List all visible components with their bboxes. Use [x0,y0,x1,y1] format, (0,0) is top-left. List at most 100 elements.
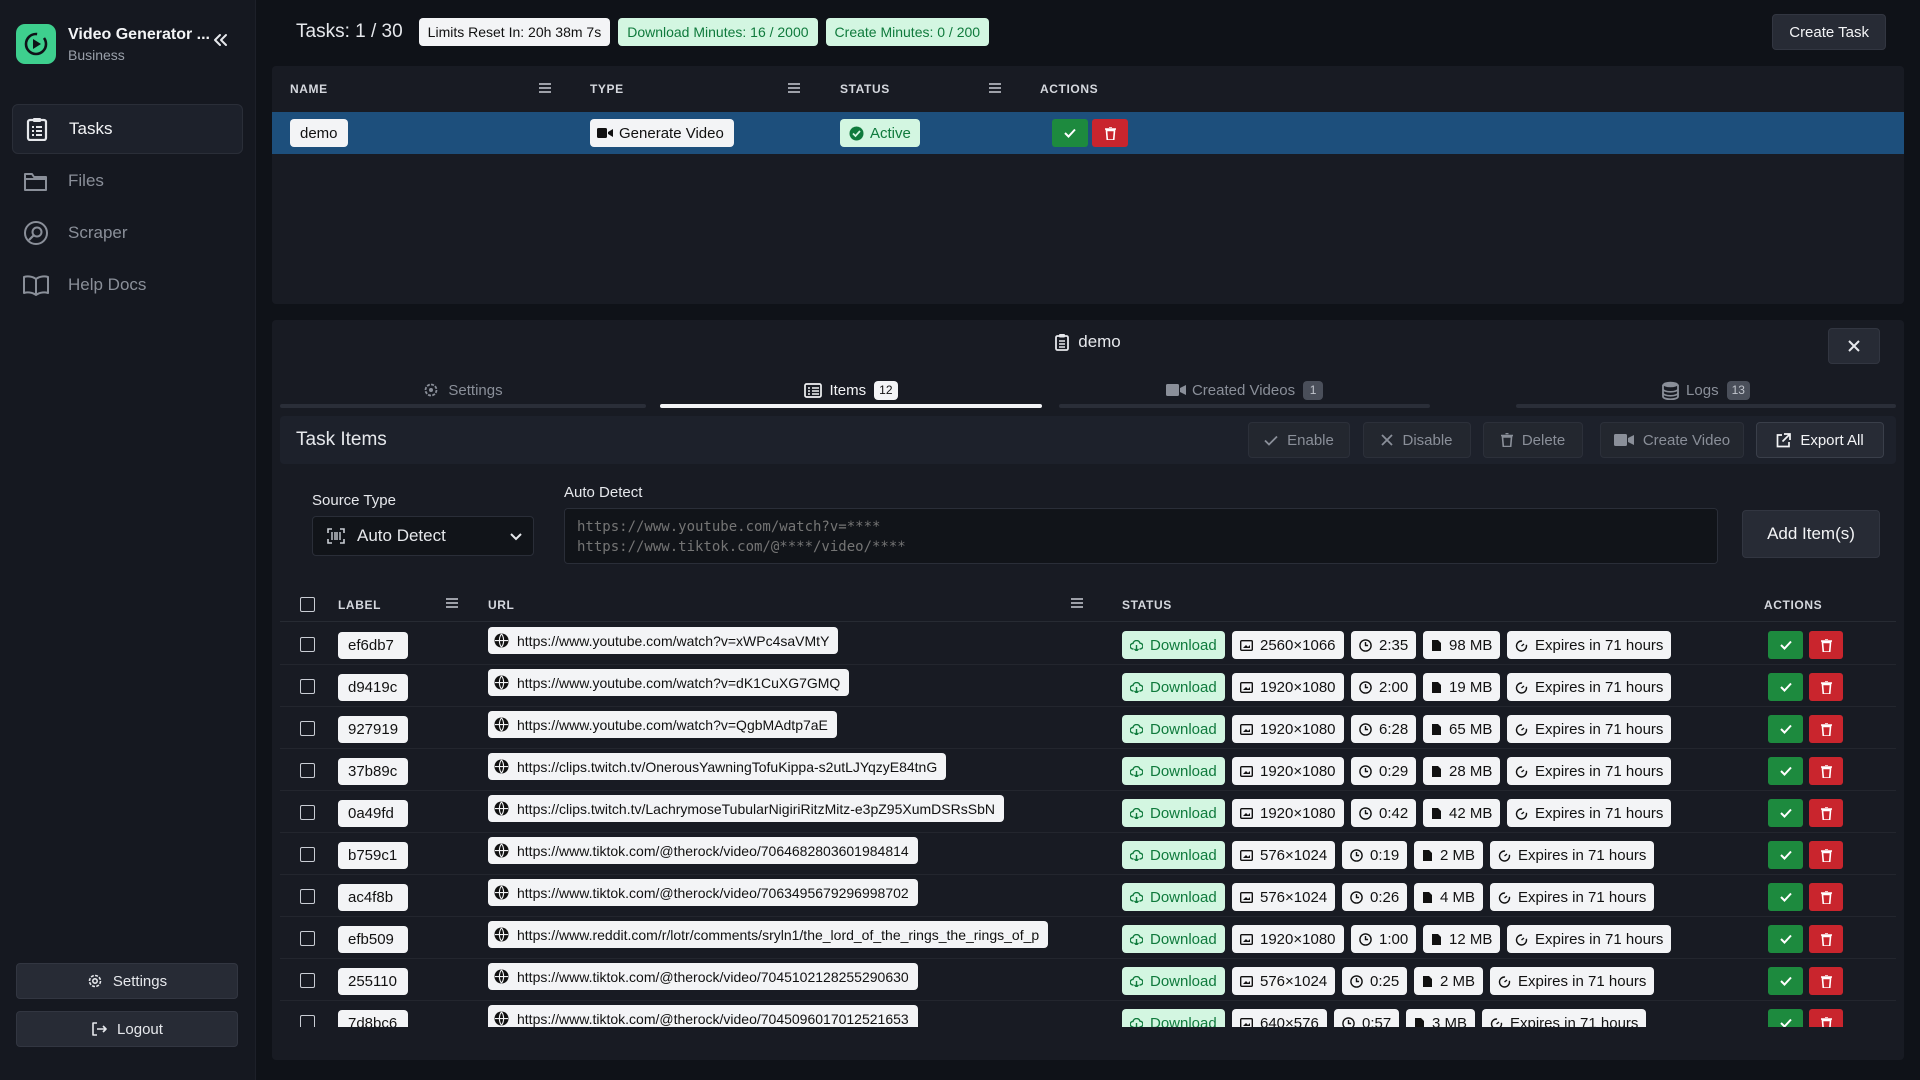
column-menu-icon[interactable] [446,597,458,611]
delete-task-button[interactable] [1092,119,1128,147]
globe-icon [494,717,509,732]
sidebar-item-files[interactable]: Files [12,156,243,206]
item-url-text: https://www.tiktok.com/@therock/video/70… [517,842,909,859]
auto-detect-input[interactable] [564,508,1718,564]
delete-item-button[interactable] [1809,715,1843,743]
delete-item-button[interactable] [1809,925,1843,953]
row-checkbox[interactable] [300,763,315,778]
logout-button[interactable]: Logout [16,1011,238,1047]
enable-item-button[interactable] [1768,673,1803,701]
item-url[interactable]: https://www.tiktok.com/@therock/video/70… [488,963,918,990]
row-checkbox[interactable] [300,889,315,904]
delete-item-button[interactable] [1809,631,1843,659]
sidebar-item-scraper[interactable]: Scraper [12,208,243,258]
row-checkbox[interactable] [300,679,315,694]
table-row[interactable]: d9419c https://www.youtube.com/watch?v=d… [280,665,1896,707]
table-row[interactable]: ef6db7 https://www.youtube.com/watch?v=x… [280,623,1896,665]
trash-icon [1820,848,1832,862]
table-row[interactable]: 0a49fd https://clips.twitch.tv/Lachrymos… [280,791,1896,833]
image-icon [1240,807,1253,819]
table-row[interactable]: 255110 https://www.tiktok.com/@therock/v… [280,959,1896,1001]
brand[interactable]: Video Generator ... Business [16,24,210,64]
column-menu-icon[interactable] [989,82,1001,96]
table-row[interactable]: 37b89c https://clips.twitch.tv/OnerousYa… [280,749,1896,791]
expires-badge: Expires in 71 hours [1507,925,1672,953]
delete-item-button[interactable] [1809,799,1843,827]
item-url[interactable]: https://www.tiktok.com/@therock/video/70… [488,1005,918,1027]
delete-button[interactable]: Delete [1483,422,1583,458]
column-menu-icon[interactable] [1071,597,1083,611]
row-checkbox[interactable] [300,1015,315,1027]
delete-item-button[interactable] [1809,883,1843,911]
cloud-download-icon [1130,891,1143,903]
column-menu-icon[interactable] [788,82,800,96]
clock-icon [1350,974,1363,988]
enable-item-button[interactable] [1768,631,1803,659]
disable-button[interactable]: Disable [1363,422,1471,458]
delete-item-button[interactable] [1809,841,1843,869]
enable-item-button[interactable] [1768,799,1803,827]
settings-button[interactable]: Settings [16,963,238,999]
table-row[interactable]: demo Generate Video Active [272,112,1904,154]
sidebar-item-tasks[interactable]: Tasks [12,104,243,154]
row-checkbox[interactable] [300,637,315,652]
table-row[interactable]: efb509 https://www.reddit.com/r/lotr/com… [280,917,1896,959]
table-row[interactable]: ac4f8b https://www.tiktok.com/@therock/v… [280,875,1896,917]
select-all-checkbox[interactable] [300,597,315,612]
sidebar-item-help-docs[interactable]: Help Docs [12,260,243,310]
trash-icon [1820,932,1832,946]
enable-item-button[interactable] [1768,757,1803,785]
enable-item-button[interactable] [1768,1009,1803,1027]
create-video-button[interactable]: Create Video [1600,422,1744,458]
duration-value: 0:29 [1379,762,1409,780]
delete-item-button[interactable] [1809,757,1843,785]
row-checkbox[interactable] [300,931,315,946]
duration-value: 0:25 [1370,972,1400,990]
item-url[interactable]: https://www.tiktok.com/@therock/video/70… [488,879,918,906]
table-row[interactable]: 927919 https://www.youtube.com/watch?v=Q… [280,707,1896,749]
clipboard-icon [23,115,51,143]
delete-item-button[interactable] [1809,673,1843,701]
column-menu-icon[interactable] [539,82,551,96]
delete-item-button[interactable] [1809,1009,1843,1027]
item-label: 927919 [338,716,408,743]
table-row[interactable]: b759c1 https://www.tiktok.com/@therock/v… [280,833,1896,875]
enable-button[interactable]: Enable [1248,422,1350,458]
status-badge: Active [840,119,920,147]
item-url[interactable]: https://www.youtube.com/watch?v=QgbMAdtp… [488,711,837,738]
check-icon [1779,766,1792,776]
item-url[interactable]: https://www.reddit.com/r/lotr/comments/s… [488,921,1049,948]
delete-item-button[interactable] [1809,967,1843,995]
enable-item-button[interactable] [1768,883,1803,911]
status-label: Download [1150,762,1217,780]
table-row[interactable]: 7d8bc6 https://www.tiktok.com/@therock/v… [280,1001,1896,1027]
enable-item-button[interactable] [1768,715,1803,743]
row-checkbox[interactable] [300,973,315,988]
source-type-select[interactable]: Auto Detect [312,516,534,556]
add-items-button[interactable]: Add Item(s) [1742,510,1880,558]
item-url[interactable]: https://clips.twitch.tv/OnerousYawningTo… [488,753,947,780]
collapse-sidebar-icon[interactable] [208,28,232,52]
item-url[interactable]: https://clips.twitch.tv/LachrymoseTubula… [488,795,1004,822]
export-all-button[interactable]: Export All [1756,422,1884,458]
clock-icon [1359,932,1372,946]
column-actions: ACTIONS [1040,82,1099,96]
enable-item-button[interactable] [1768,967,1803,995]
filesize-value: 19 MB [1449,678,1493,696]
filesize-badge: 98 MB [1423,631,1501,659]
enable-item-button[interactable] [1768,925,1803,953]
enable-task-button[interactable] [1052,119,1088,147]
item-url[interactable]: https://www.tiktok.com/@therock/video/70… [488,837,918,864]
task-name: demo [290,119,348,147]
limits-reset-badge: Limits Reset In: 20h 38m 7s [418,18,611,46]
item-url[interactable]: https://www.youtube.com/watch?v=dK1CuXG7… [488,669,850,696]
row-checkbox[interactable] [300,805,315,820]
enable-item-button[interactable] [1768,841,1803,869]
row-checkbox[interactable] [300,721,315,736]
close-detail-button[interactable] [1828,328,1880,364]
row-checkbox[interactable] [300,847,315,862]
item-url[interactable]: https://www.youtube.com/watch?v=xWPc4saV… [488,627,839,654]
close-icon [1848,340,1860,352]
resolution-badge: 2560×1066 [1232,631,1344,659]
create-task-button[interactable]: Create Task [1772,14,1886,50]
